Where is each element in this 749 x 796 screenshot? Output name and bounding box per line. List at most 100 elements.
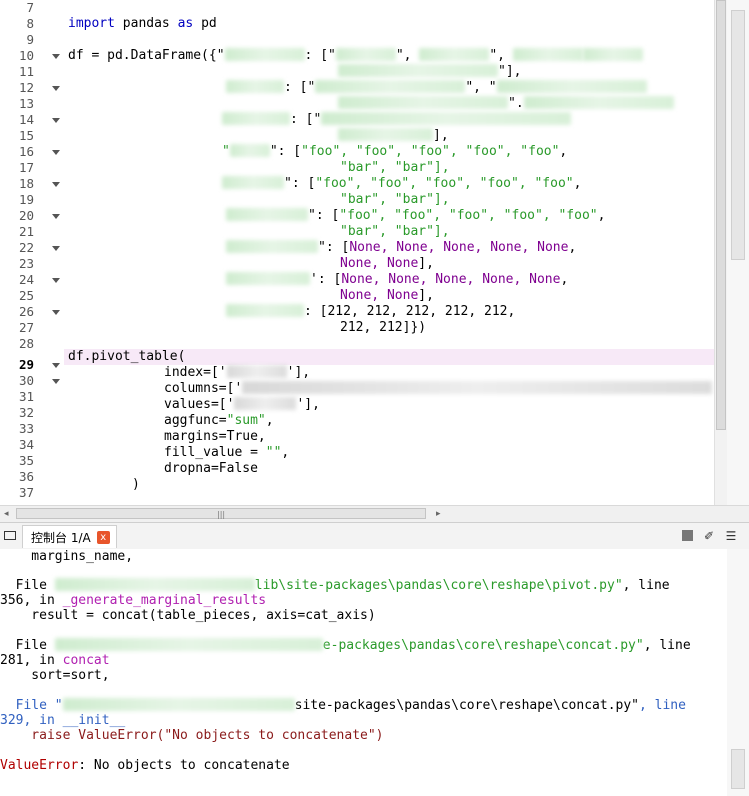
console-toolbar: 控制台 1/A x ✐ ☰ [0, 522, 749, 550]
code-line-18[interactable]: ": ["foo", "foo", "foo", "foo", "foo", [222, 176, 581, 192]
redacted-text [242, 381, 713, 394]
console-vertical-scrollbar[interactable] [727, 549, 749, 796]
editor-horizontal-scroll-thumb[interactable]: ||| [16, 508, 426, 519]
redacted-text [226, 272, 310, 285]
fold-arrow-icon[interactable] [52, 118, 60, 123]
redacted-text [226, 208, 308, 221]
code-line-27[interactable]: 212, 212]}) [340, 320, 426, 336]
window-icon[interactable] [4, 531, 16, 540]
line-number-gutter: 7 8 9 10 11 12 13 14 15 16 17 18 19 20 21 22 23 24 25 26 27 2… [0, 0, 64, 505]
fold-arrow-icon[interactable] [52, 278, 60, 283]
editor-vertical-scrollbar[interactable] [714, 0, 727, 505]
console-line: result = concat(table_pieces, axis=cat_a… [0, 608, 376, 623]
line-number: 33 [18, 421, 34, 436]
fold-arrow-icon[interactable] [52, 214, 60, 219]
line-number: 9 [26, 32, 34, 47]
fold-arrow-icon[interactable] [52, 246, 60, 251]
code-editor[interactable]: 7 8 9 10 11 12 13 14 15 16 17 18 19 20 21 22 23 24 25 26 27 2… [0, 0, 749, 505]
close-icon[interactable]: x [96, 530, 110, 544]
redacted-text [224, 48, 305, 61]
code-line-29[interactable]: df.pivot_table( [68, 349, 185, 365]
code-line-10[interactable]: df = pd.DataFrame({": [" ", ", [68, 48, 643, 64]
line-number: 29 [18, 357, 34, 372]
editor-horizontal-scrollbar[interactable]: ◂ ||| ▸ [0, 505, 749, 522]
code-line-30[interactable]: index=[' '], [164, 365, 310, 381]
redacted-text [229, 144, 270, 157]
code-line-17[interactable]: "bar", "bar"], [340, 160, 450, 176]
code-line-11[interactable]: "], [338, 64, 521, 80]
redacted-text [226, 365, 287, 378]
fold-arrow-icon[interactable] [52, 379, 60, 384]
fold-arrow-icon[interactable] [52, 54, 60, 59]
line-number: 28 [18, 336, 34, 351]
console-line: sort=sort, [0, 668, 110, 683]
clear-console-icon[interactable]: ✐ [702, 529, 716, 543]
line-number: 37 [18, 485, 34, 500]
console-vertical-scroll-thumb[interactable] [731, 749, 745, 789]
scroll-left-icon[interactable]: ◂ [4, 509, 9, 519]
code-line-35[interactable]: fill_value = "", [164, 445, 289, 461]
code-line-20[interactable]: ": ["foo", "foo", "foo", "foo", "foo", [226, 208, 605, 224]
redacted-text [226, 240, 318, 253]
console-line: raise ValueError("No objects to concaten… [0, 728, 384, 743]
outer-vertical-scrollbar[interactable] [727, 0, 749, 505]
fold-arrow-icon[interactable] [52, 363, 60, 368]
code-line-25[interactable]: None, None], [340, 288, 434, 304]
code-line-26[interactable]: : [212, 212, 212, 212, 212, [226, 304, 515, 320]
line-number: 21 [18, 224, 34, 239]
console-line: margins_name, [0, 549, 134, 564]
code-line-33[interactable]: aggfunc="sum", [164, 413, 274, 429]
line-number: 23 [18, 256, 34, 271]
code-line-13[interactable]: ". [338, 96, 674, 112]
code-line-8[interactable]: import pandas as pd [68, 16, 217, 32]
code-line-16[interactable]: " ": ["foo", "foo", "foo", "foo", "foo", [222, 144, 567, 160]
line-number: 36 [18, 469, 34, 484]
code-line-23[interactable]: None, None], [340, 256, 434, 272]
redacted-text [496, 80, 647, 93]
code-line-34[interactable]: margins=True, [164, 429, 266, 445]
fold-arrow-icon[interactable] [52, 182, 60, 187]
code-line-37[interactable]: ) [132, 477, 140, 493]
line-number: 8 [26, 16, 34, 31]
menu-icon[interactable]: ☰ [724, 529, 738, 543]
outer-vertical-scroll-thumb[interactable] [731, 10, 745, 260]
fold-arrow-icon[interactable] [52, 150, 60, 155]
redacted-text [226, 304, 304, 317]
fold-arrow-icon[interactable] [52, 310, 60, 315]
code-line-15[interactable]: ], [338, 128, 449, 144]
line-number: 16 [18, 144, 34, 159]
console-output[interactable]: margins_name, File lib\site-packages\pan… [0, 549, 727, 796]
tab-console[interactable]: 控制台 1/A x [22, 525, 117, 548]
redacted-text [338, 64, 498, 77]
line-number: 25 [18, 288, 34, 303]
code-line-21[interactable]: "bar", "bar"], [340, 224, 450, 240]
code-line-24[interactable]: ': [None, None, None, None, None, [226, 272, 568, 288]
code-line-19[interactable]: "bar", "bar"], [340, 192, 450, 208]
stop-icon[interactable] [680, 529, 694, 543]
line-number: 7 [26, 0, 34, 15]
line-number: 20 [18, 208, 34, 223]
line-number: 30 [18, 373, 34, 388]
redacted-text [54, 638, 323, 651]
line-number: 31 [18, 389, 34, 404]
line-number: 27 [18, 320, 34, 335]
redacted-text [234, 397, 297, 410]
redacted-text [321, 112, 572, 125]
line-number: 22 [18, 240, 34, 255]
scroll-right-icon[interactable]: ▸ [436, 509, 441, 519]
console-line: File " site-packages\pandas\core\reshape\… [0, 698, 686, 713]
redacted-text [315, 80, 466, 93]
console-line: 281, in concat [0, 653, 110, 668]
console-line: File e-packages\pandas\core\reshape\conc… [0, 638, 691, 653]
fold-arrow-icon[interactable] [52, 86, 60, 91]
code-line-14[interactable]: : [" [222, 112, 572, 128]
redacted-text [335, 48, 396, 61]
code-line-22[interactable]: ": [None, None, None, None, None, [226, 240, 576, 256]
error-message: ValueError: No objects to concatenate [0, 758, 290, 773]
code-line-36[interactable]: dropna=False [164, 461, 258, 477]
code-line-32[interactable]: values=[' '], [164, 397, 320, 413]
code-line-12[interactable]: : [" ", " [226, 80, 647, 96]
editor-vertical-scroll-thumb[interactable] [716, 0, 726, 430]
code-line-31[interactable]: columns=[' [164, 381, 713, 397]
console-line: File lib\site-packages\pandas\core\resha… [0, 578, 670, 593]
